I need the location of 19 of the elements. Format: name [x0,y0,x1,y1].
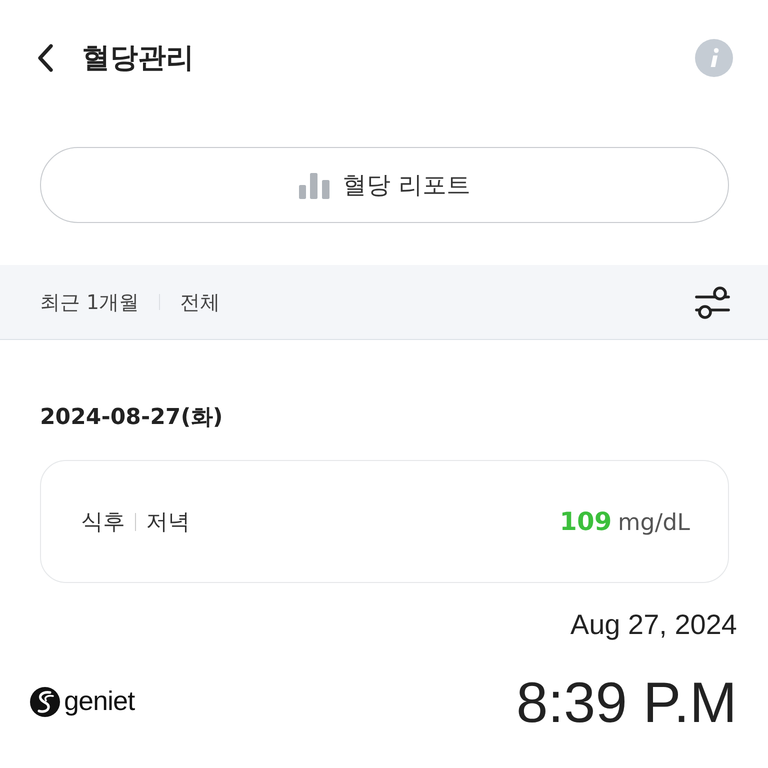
filter-option[interactable]: 최근 1개월 [40,288,140,316]
filter-option[interactable]: 전체 [180,288,220,316]
page-title: 혈당관리 [82,40,195,76]
logo-text: geniet [64,686,135,717]
record-card[interactable]: 식후 저녁 109 mg/dL [40,460,729,583]
bar-chart-icon [298,173,330,199]
glucose-value: 109 [560,507,612,536]
logo-icon [30,686,60,716]
record-date: 2024-08-27(화) [40,404,224,432]
timestamp-time: 8:39 P.M [516,671,737,735]
unit-label: mg/dL [618,510,690,536]
report-button[interactable]: 혈당 리포트 [40,147,729,223]
meal-timing-label: 식후 [81,508,125,536]
timestamp-date: Aug 27, 2024 [570,609,737,641]
filter-settings-button[interactable] [695,286,730,318]
meal-label: 저녁 [146,508,190,536]
sliders-icon [695,286,730,318]
back-button[interactable] [35,42,55,72]
back-chevron-icon [36,42,54,72]
